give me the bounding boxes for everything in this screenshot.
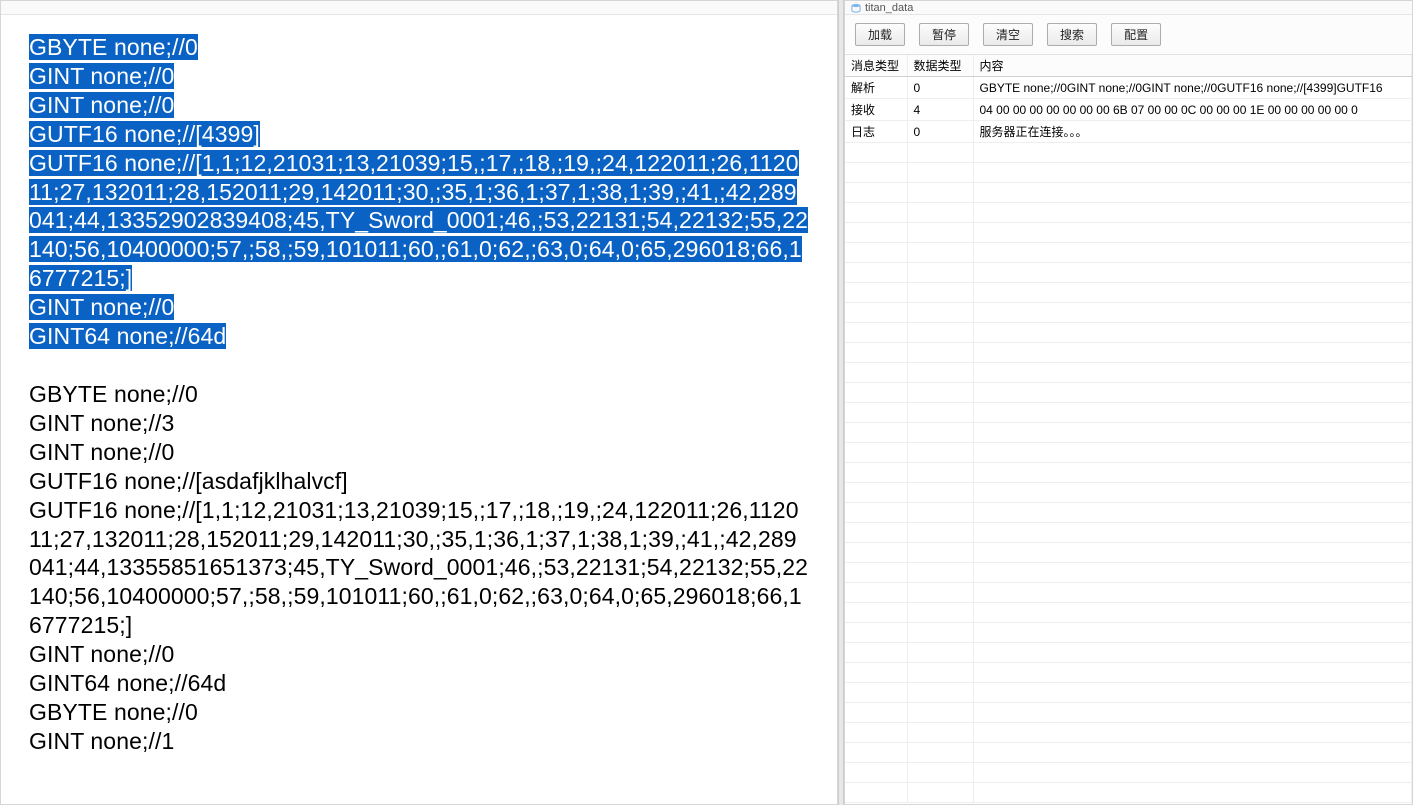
col-msg-type[interactable]: 消息类型 (845, 55, 907, 77)
table-row[interactable]: . (845, 163, 1412, 183)
table-row[interactable]: . (845, 483, 1412, 503)
db-icon (851, 3, 861, 13)
cell-msg: 解析 (845, 77, 907, 99)
table-row[interactable]: . (845, 243, 1412, 263)
table-row[interactable]: . (845, 623, 1412, 643)
code-line[interactable]: GBYTE none;//0 (29, 380, 809, 409)
cell-content: 04 00 00 00 00 00 00 00 6B 07 00 00 0C 0… (973, 99, 1412, 121)
table-body: 解析 0 GBYTE none;//0GINT none;//0GINT non… (845, 77, 1412, 803)
table-row[interactable]: . (845, 423, 1412, 443)
blank-gap (29, 351, 809, 380)
col-content[interactable]: 内容 (973, 55, 1412, 77)
code-line[interactable]: GINT none;//0 (29, 640, 809, 669)
table-row[interactable]: . (845, 743, 1412, 763)
table-row[interactable]: . (845, 503, 1412, 523)
clear-button[interactable]: 清空 (983, 23, 1033, 46)
table-row[interactable]: . (845, 323, 1412, 343)
cell-dt: 0 (907, 77, 973, 99)
table-row[interactable]: . (845, 783, 1412, 803)
right-panel: titan_data 加载 暂停 清空 搜索 配置 消息类型 数据类型 内容 解… (844, 0, 1413, 805)
code-line[interactable]: GBYTE none;//0 (29, 34, 198, 60)
table-row[interactable]: . (845, 603, 1412, 623)
table-row[interactable]: . (845, 183, 1412, 203)
code-line[interactable]: GUTF16 none;//[asdafjklhalvcf] (29, 467, 809, 496)
code-line[interactable]: GINT64 none;//64d (29, 669, 809, 698)
code-line[interactable]: GUTF16 none;//[1,1;12,21031;13,21039;15,… (29, 496, 809, 641)
code-line[interactable]: GINT none;//0 (29, 294, 174, 320)
search-button[interactable]: 搜索 (1047, 23, 1097, 46)
table-row[interactable]: . (845, 723, 1412, 743)
table-row[interactable]: . (845, 663, 1412, 683)
load-button[interactable]: 加载 (855, 23, 905, 46)
cell-content: 服务器正在连接。。。 (973, 121, 1412, 143)
selected-block[interactable]: GBYTE none;//0 (29, 33, 809, 62)
table-row[interactable]: . (845, 683, 1412, 703)
table-row[interactable]: . (845, 703, 1412, 723)
cell-dt: 4 (907, 99, 973, 121)
cell-dt: 0 (907, 121, 973, 143)
table-row[interactable]: 解析 0 GBYTE none;//0GINT none;//0GINT non… (845, 77, 1412, 99)
data-table: 消息类型 数据类型 内容 解析 0 GBYTE none;//0GINT non… (845, 55, 1412, 803)
table-row[interactable]: . (845, 563, 1412, 583)
table-row[interactable]: . (845, 383, 1412, 403)
table-row[interactable]: . (845, 463, 1412, 483)
right-panel-title-text: titan_data (865, 2, 913, 14)
table-row[interactable]: 接收 4 04 00 00 00 00 00 00 00 6B 07 00 00… (845, 99, 1412, 121)
code-line[interactable]: GINT none;//0 (29, 438, 809, 467)
col-data-type[interactable]: 数据类型 (907, 55, 973, 77)
code-line[interactable]: GUTF16 none;//[1,1;12,21031;13,21039;15,… (29, 150, 808, 292)
cell-msg: 日志 (845, 121, 907, 143)
table-row[interactable]: . (845, 223, 1412, 243)
right-panel-title: titan_data (845, 1, 1412, 15)
toolbar: 加载 暂停 清空 搜索 配置 (845, 15, 1412, 55)
left-panel-title (1, 1, 837, 15)
table-row[interactable]: . (845, 203, 1412, 223)
code-line[interactable]: GBYTE none;//0 (29, 698, 809, 727)
table-row[interactable]: . (845, 263, 1412, 283)
code-line[interactable]: GINT64 none;//64d (29, 323, 226, 349)
table-row[interactable]: . (845, 303, 1412, 323)
table-wrap[interactable]: 消息类型 数据类型 内容 解析 0 GBYTE none;//0GINT non… (845, 55, 1412, 804)
table-row[interactable]: . (845, 343, 1412, 363)
table-row[interactable]: . (845, 583, 1412, 603)
table-row[interactable]: . (845, 543, 1412, 563)
code-line[interactable]: GINT none;//0 (29, 92, 174, 118)
code-line[interactable]: GUTF16 none;//[4399] (29, 121, 260, 147)
pause-button[interactable]: 暂停 (919, 23, 969, 46)
table-row[interactable]: . (845, 283, 1412, 303)
table-row[interactable]: . (845, 143, 1412, 163)
table-row[interactable]: . (845, 763, 1412, 783)
code-line[interactable]: GINT none;//3 (29, 409, 809, 438)
table-row[interactable]: . (845, 363, 1412, 383)
table-row[interactable]: . (845, 443, 1412, 463)
table-row[interactable]: 日志 0 服务器正在连接。。。 (845, 121, 1412, 143)
code-line[interactable]: GINT none;//1 (29, 727, 809, 756)
table-header-row: 消息类型 数据类型 内容 (845, 55, 1412, 77)
config-button[interactable]: 配置 (1111, 23, 1161, 46)
table-row[interactable]: . (845, 643, 1412, 663)
cell-msg: 接收 (845, 99, 907, 121)
table-row[interactable]: . (845, 403, 1412, 423)
left-panel: GBYTE none;//0 GINT none;//0 GINT none;/… (0, 0, 838, 805)
table-row[interactable]: . (845, 523, 1412, 543)
code-line[interactable]: GINT none;//0 (29, 63, 174, 89)
left-content[interactable]: GBYTE none;//0 GINT none;//0 GINT none;/… (1, 15, 837, 804)
cell-content: GBYTE none;//0GINT none;//0GINT none;//0… (973, 77, 1412, 99)
